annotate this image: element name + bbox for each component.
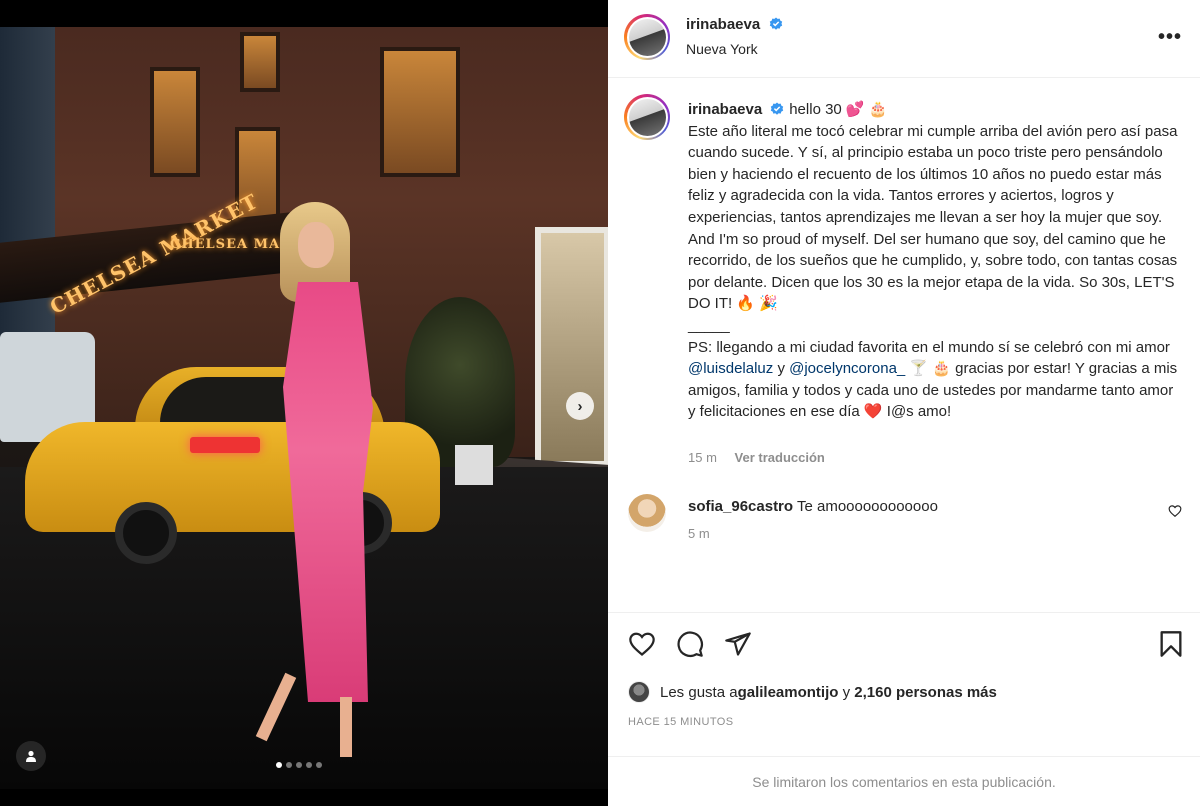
tagged-users-button[interactable]	[16, 741, 46, 771]
caption-avatar[interactable]	[624, 94, 670, 140]
post-details-panel: irinabaeva Nueva York ••• irinabaeva hel…	[608, 0, 1200, 806]
photo-window	[380, 47, 460, 177]
comments-limited-notice: Se limitaron los comentarios en esta pub…	[608, 756, 1200, 806]
liker-username[interactable]: galileamontijo	[738, 684, 839, 701]
verified-badge-icon	[769, 17, 782, 30]
likes-summary: Les gusta a galileamontijo y 2,160 perso…	[628, 680, 997, 704]
carousel-next-button[interactable]: ›	[566, 392, 594, 420]
caption-body: Este año literal me tocó celebrar mi cum…	[688, 122, 1178, 313]
post-actions	[608, 612, 1200, 672]
carousel-dot	[296, 762, 302, 768]
comment-icon[interactable]	[676, 630, 704, 658]
caption-title: hello 30 💕 🎂	[789, 101, 888, 118]
carousel-dot	[286, 762, 292, 768]
share-icon[interactable]	[724, 630, 752, 658]
translate-button[interactable]: Ver traducción	[735, 450, 825, 465]
post-caption: irinabaeva hello 30 💕 🎂 Este año literal…	[688, 99, 1178, 423]
photo-woman	[250, 202, 400, 762]
carousel-dot	[306, 762, 312, 768]
caption-meta: 15 m Ver traducción	[688, 450, 839, 465]
carousel-dot	[316, 762, 322, 768]
caption-ps: PS: llegando a mi ciudad favorita en el …	[688, 337, 1178, 423]
caption-username[interactable]: irinabaeva	[688, 101, 762, 118]
mention-link[interactable]: @luisdelaluz	[688, 360, 773, 377]
photo-window	[240, 32, 280, 92]
likes-mid: y	[838, 683, 855, 701]
author-username[interactable]: irinabaeva	[686, 16, 760, 33]
liker-avatar[interactable]	[628, 681, 650, 703]
post-photo[interactable]: CHELSEA MARKET CHELSEA MARKET	[0, 27, 608, 789]
comment-item: sofia_96castro Te amoooooooooooo 5 m	[628, 494, 1188, 554]
commenter-avatar[interactable]	[628, 494, 666, 532]
caption-ps-start: PS: llegando a mi ciudad favorita en el …	[688, 338, 1170, 356]
author-avatar[interactable]	[624, 14, 670, 60]
caption-time[interactable]: 15 m	[688, 450, 717, 465]
caption-divider: _____	[688, 316, 730, 334]
commenter-username[interactable]: sofia_96castro	[688, 498, 793, 515]
mention-link[interactable]: @jocelyncorona_	[789, 360, 905, 377]
chevron-right-icon: ›	[577, 397, 583, 415]
comment-text: sofia_96castro Te amoooooooooooo	[688, 498, 938, 515]
more-options-button[interactable]: •••	[1158, 26, 1182, 49]
save-bookmark-icon[interactable]	[1158, 630, 1184, 658]
comment-body: Te amoooooooooooo	[796, 498, 938, 515]
likes-count[interactable]: 2,160 personas más	[854, 684, 997, 701]
post-media[interactable]: CHELSEA MARKET CHELSEA MARKET ›	[0, 0, 608, 806]
carousel-indicator	[276, 762, 322, 768]
user-icon	[26, 750, 36, 762]
carousel-dot	[276, 762, 282, 768]
comment-like-icon[interactable]	[1168, 504, 1182, 518]
photo-door	[535, 227, 608, 467]
post-header: irinabaeva Nueva York •••	[608, 0, 1200, 78]
post-location[interactable]: Nueva York	[686, 41, 758, 57]
photo-pot	[455, 445, 493, 485]
comment-time[interactable]: 5 m	[688, 526, 710, 541]
like-icon[interactable]	[628, 630, 656, 658]
post-timestamp[interactable]: HACE 15 MINUTOS	[628, 716, 733, 728]
caption-ps-mid: y	[773, 360, 790, 378]
likes-prefix: Les gusta a	[660, 683, 738, 701]
photo-window	[150, 67, 200, 177]
verified-badge-icon	[771, 102, 784, 115]
